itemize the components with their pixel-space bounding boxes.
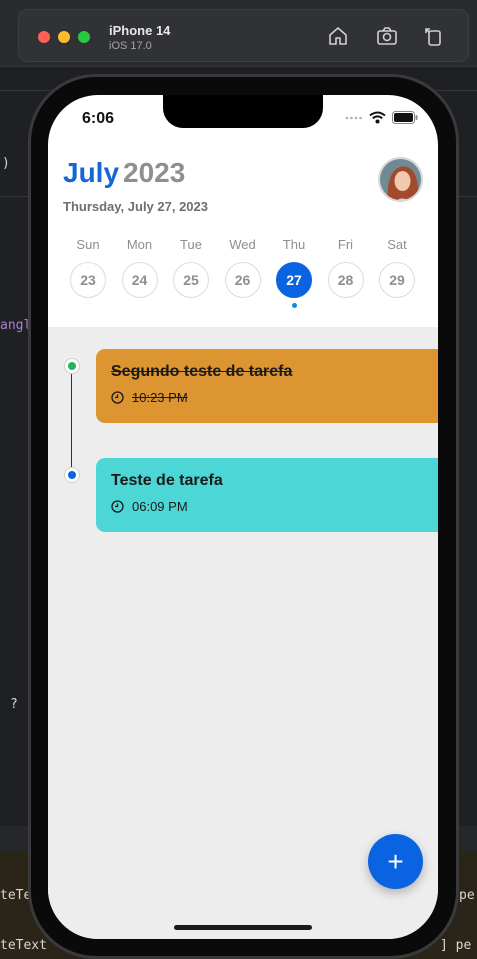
task-title: Segundo teste de tarefa	[111, 363, 293, 380]
home-icon[interactable]	[326, 24, 350, 48]
status-icons	[345, 111, 418, 124]
day-fri[interactable]: Fri 28	[322, 237, 370, 298]
ide-code-line-2: teText	[0, 938, 47, 953]
selected-day-indicator	[291, 303, 297, 308]
day-name-label: Tue	[180, 237, 202, 252]
header-year: 2023	[123, 157, 186, 188]
zoom-window-button[interactable]	[78, 31, 90, 43]
day-date-circle[interactable]: 28	[327, 262, 364, 298]
task-time-row: 06:09 PM	[111, 499, 431, 514]
timeline-dot[interactable]	[65, 468, 79, 482]
ide-code-question: ?	[10, 697, 18, 712]
app-screen: 6:06 July 2023 Thursday, July 27, 2023 S…	[48, 95, 438, 939]
simulator-device-name: iPhone 14	[109, 23, 171, 38]
ide-code-paren: )	[2, 156, 10, 171]
day-date-circle[interactable]: 27	[276, 262, 312, 298]
day-sun[interactable]: Sun 23	[64, 237, 112, 298]
simulator-toolbar: iPhone 14 iOS 17.0	[18, 9, 469, 62]
task-card[interactable]: Segundo teste de tarefa 10:23 PM	[96, 349, 438, 423]
day-name-label: Sat	[387, 237, 407, 252]
header-month: July	[63, 157, 120, 188]
ide-code-angle: angl	[0, 318, 32, 333]
day-date-circle[interactable]: 29	[379, 262, 415, 298]
day-name-label: Fri	[337, 237, 354, 252]
ide-code-line-2-right: ] pe	[440, 938, 472, 953]
day-name-label: Sun	[76, 237, 100, 252]
day-sat[interactable]: Sat 29	[373, 237, 421, 298]
day-name-label: Thu	[282, 237, 306, 252]
ide-divider	[0, 66, 477, 67]
day-date-circle[interactable]: 24	[121, 262, 158, 298]
day-name-label: Wed	[229, 237, 256, 252]
ide-code-line-1: teTe	[0, 888, 32, 903]
clock-icon	[111, 500, 124, 513]
add-task-button[interactable]: +	[368, 834, 423, 889]
task-card[interactable]: Teste de tarefa 06:09 PM	[96, 458, 438, 532]
day-tue[interactable]: Tue 25	[167, 237, 215, 298]
screenshot-icon[interactable]	[375, 24, 399, 48]
day-name-label: Mon	[126, 237, 153, 252]
close-window-button[interactable]	[38, 31, 50, 43]
timeline-line	[71, 367, 72, 475]
timeline-dot[interactable]	[65, 359, 79, 373]
clock-icon	[111, 391, 124, 404]
day-mon[interactable]: Mon 24	[116, 237, 164, 298]
week-selector: Sun 23 Mon 24 Tue 25 Wed 26 Thu 27 Fri 28 Sat 29	[64, 237, 422, 317]
simulator-os-version: iOS 17.0	[109, 40, 152, 52]
signal-icon	[345, 116, 362, 119]
task-time: 10:23 PM	[132, 390, 188, 405]
day-wed[interactable]: Wed 26	[219, 237, 267, 298]
task-title: Teste de tarefa	[111, 472, 223, 489]
home-indicator[interactable]	[174, 925, 312, 930]
ide-code-line-1-right: pe	[459, 888, 475, 903]
status-time: 6:06	[82, 110, 115, 127]
minimize-window-button[interactable]	[58, 31, 70, 43]
wifi-icon	[369, 111, 386, 124]
battery-icon	[392, 111, 418, 124]
day-date-circle[interactable]: 23	[70, 262, 106, 298]
day-thu[interactable]: Thu 27	[270, 237, 318, 308]
profile-avatar[interactable]	[378, 157, 423, 202]
rotate-icon[interactable]	[422, 24, 446, 48]
header-full-date: Thursday, July 27, 2023	[63, 199, 208, 214]
dynamic-notch	[163, 95, 323, 128]
day-date-circle[interactable]: 25	[173, 262, 209, 298]
task-time: 06:09 PM	[132, 499, 188, 514]
task-time-row: 10:23 PM	[111, 390, 431, 405]
day-date-circle[interactable]: 26	[224, 262, 261, 298]
